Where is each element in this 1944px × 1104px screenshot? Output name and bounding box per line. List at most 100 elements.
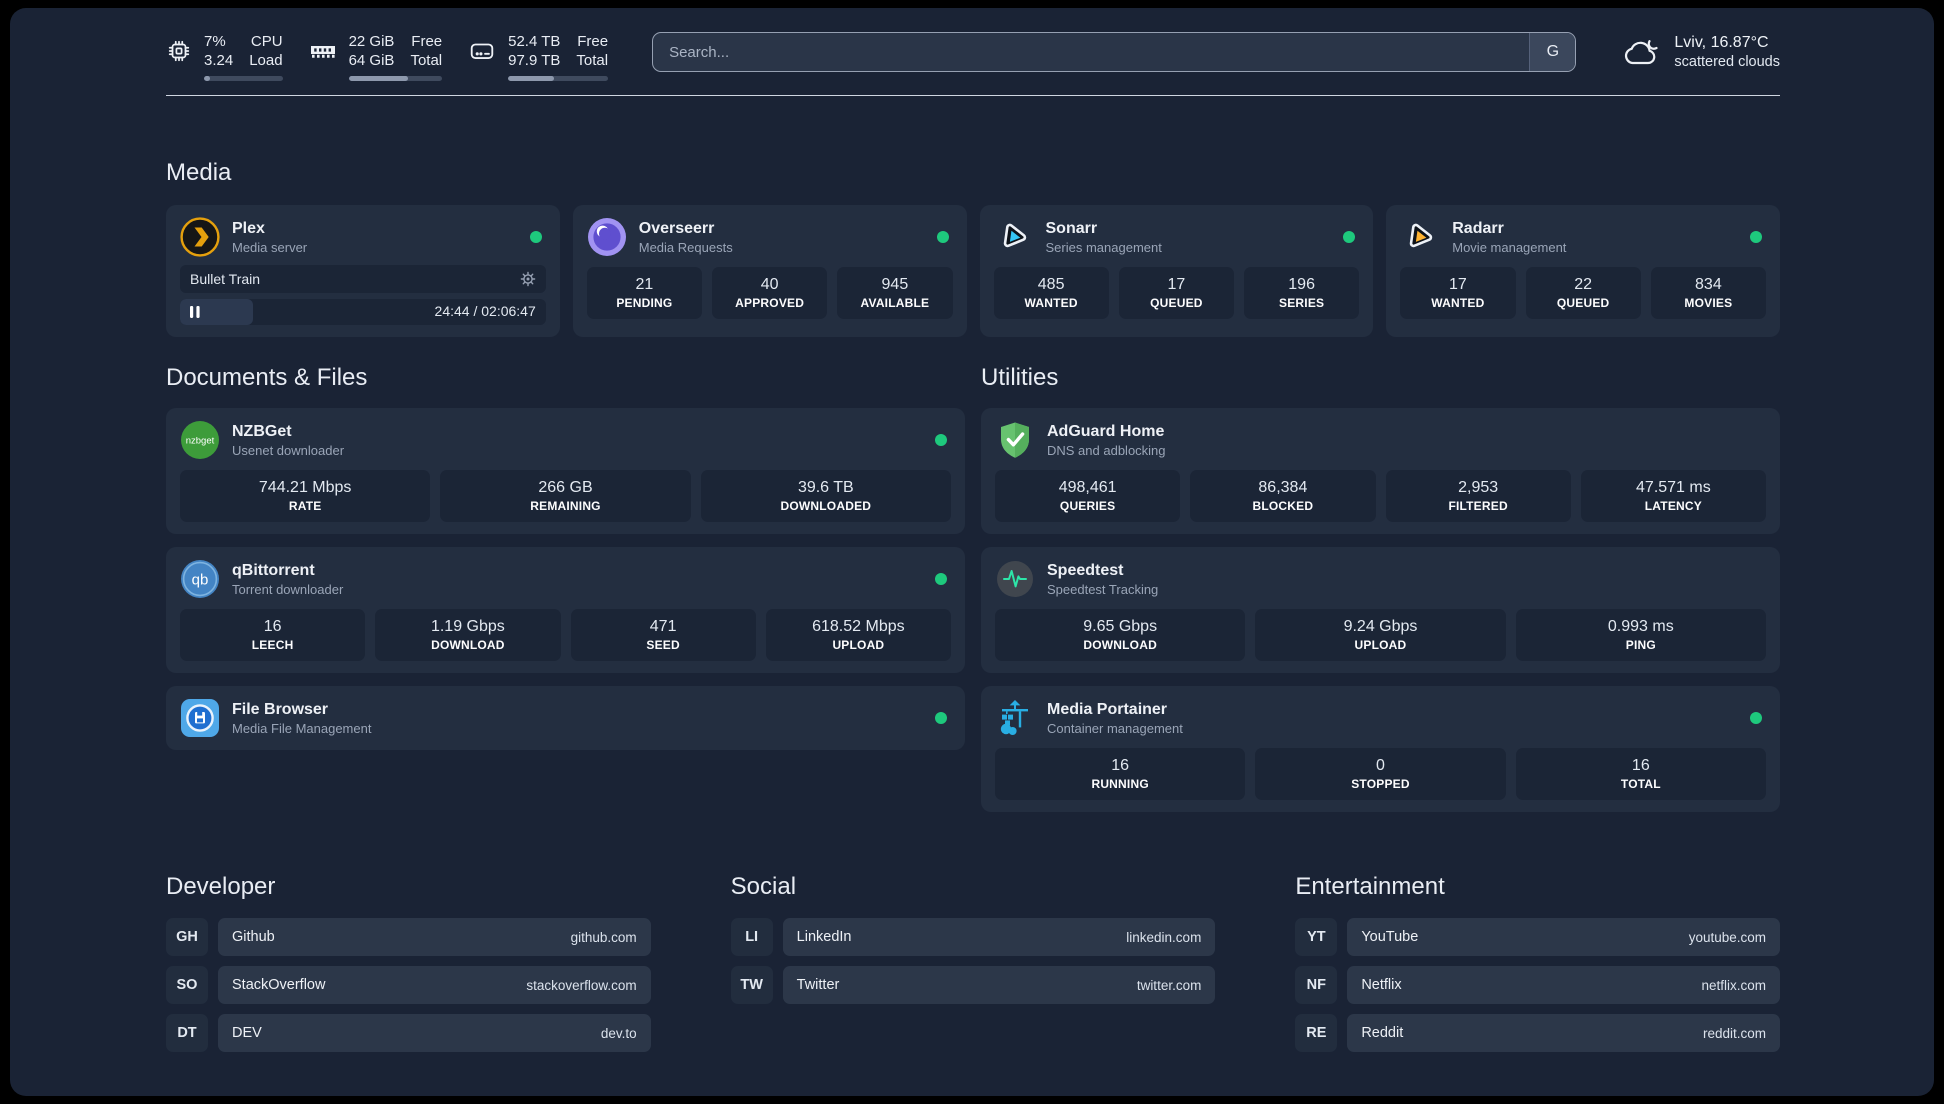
ram-icon [310, 46, 335, 58]
app-head-radarr[interactable]: Radarr Movie management [1400, 217, 1766, 257]
ram-total-value: 64 GiB [348, 52, 395, 69]
app-card-adguard[interactable]: AdGuard Home DNS and adblocking 498,461 … [981, 408, 1780, 534]
app-description: DNS and adblocking [1047, 442, 1166, 458]
pause-icon[interactable] [190, 306, 200, 318]
link-bar[interactable]: Reddit reddit.com [1347, 1014, 1780, 1052]
status-online-dot [529, 231, 542, 243]
app-description: Movie management [1452, 239, 1567, 255]
disk-icon [470, 43, 494, 59]
app-name: Plex [232, 219, 265, 237]
app-head-sonarr[interactable]: Sonarr Series management [994, 217, 1360, 257]
stat-upload: 9.24 Gbps UPLOAD [1255, 609, 1506, 661]
link-bar[interactable]: Twitter twitter.com [782, 966, 1216, 1004]
app-name: qBittorrent [232, 561, 315, 579]
stat-upload: 618.52 Mbps UPLOAD [765, 609, 951, 661]
app-head-filebrowser[interactable]: File Browser Media File Management [180, 698, 951, 738]
link-bar[interactable]: LinkedIn linkedin.com [782, 918, 1216, 956]
app-description: Speedtest Tracking [1047, 581, 1159, 597]
app-card-qbittorrent[interactable]: qb qBittorrent Torrent downloader 16 LEE… [166, 547, 965, 673]
app-head-portainer[interactable]: Media Portainer Container management [995, 698, 1766, 738]
stat-downloaded: 39.6 TB DOWNLOADED [700, 470, 951, 522]
middle-columns: Documents & Files Utilities nzbget NZBGe… [166, 363, 1780, 812]
app-head-adguard[interactable]: AdGuard Home DNS and adblocking [995, 420, 1766, 460]
app-head-overseerr[interactable]: Overseerr Media Requests [587, 217, 953, 257]
sonarr-icon [1003, 223, 1026, 248]
app-card-speedtest[interactable]: Speedtest Speedtest Tracking 9.65 Gbps D… [981, 547, 1780, 673]
app-head-nzbget[interactable]: nzbget NZBGet Usenet downloader [180, 420, 951, 460]
app-card-plex[interactable]: Plex Media server Bullet Train 24:44 / 0… [166, 205, 560, 337]
status-online-dot [1750, 712, 1762, 724]
link-bar[interactable]: DEV dev.to [218, 1014, 651, 1052]
link-bar[interactable]: Github github.com [218, 918, 651, 956]
stat-latency: 47.571 ms LATENCY [1580, 470, 1766, 522]
link-dev[interactable]: DT DEV dev.to [166, 1014, 651, 1052]
app-card-filebrowser[interactable]: File Browser Media File Management [166, 686, 965, 750]
stat-queued: 17 QUEUED [1118, 267, 1234, 319]
entertainment-section: Entertainment YT YouTube youtube.com NF … [1295, 872, 1780, 1052]
disk-total-value: 97.9 TB [508, 52, 561, 69]
weather-widget: Lviv, 16.87°C scattered clouds [1622, 30, 1780, 72]
dashboard: 7% CPU 3.24 Load 22 GiB Free 64 GiB Tota… [10, 8, 1934, 1096]
link-youtube[interactable]: YT YouTube youtube.com [1295, 918, 1780, 956]
link-abbr-badge: DT [166, 1014, 208, 1052]
app-description: Container management [1047, 720, 1183, 736]
svg-text:nzbget: nzbget [186, 435, 215, 446]
now-playing-row: Bullet Train [180, 265, 546, 293]
app-head-plex[interactable]: Plex Media server [180, 217, 546, 257]
stat-approved: 40 APPROVED [712, 267, 828, 319]
status-online-dot [935, 712, 947, 724]
stat-stopped: 0 STOPPED [1255, 748, 1506, 800]
link-bar[interactable]: YouTube youtube.com [1347, 918, 1780, 956]
app-name: NZBGet [232, 422, 292, 440]
app-description: Torrent downloader [232, 581, 344, 597]
disk-label-top: Free [577, 33, 609, 50]
link-sections: Developer GH Github github.com SO StackO… [166, 872, 1780, 1052]
link-github[interactable]: GH Github github.com [166, 918, 651, 956]
section-title-media: Media [166, 159, 232, 186]
cpu-usage-value: 7% [204, 33, 226, 50]
status-online-dot [936, 231, 949, 243]
app-head-qbittorrent[interactable]: qb qBittorrent Torrent downloader [180, 559, 951, 599]
ram-label-bottom: Total [410, 52, 443, 69]
app-description: Media server [232, 239, 308, 255]
link-bar[interactable]: StackOverflow stackoverflow.com [218, 966, 651, 1004]
app-name: Media Portainer [1047, 700, 1168, 718]
link-reddit[interactable]: RE Reddit reddit.com [1295, 1014, 1780, 1052]
link-bar[interactable]: Netflix netflix.com [1347, 966, 1780, 1004]
cpu-icon [168, 40, 190, 62]
cpu-label-bottom: Load [249, 52, 283, 69]
app-card-radarr[interactable]: Radarr Movie management 17 WANTED 22 QUE… [1386, 205, 1780, 337]
app-card-portainer[interactable]: Media Portainer Container management 16 … [981, 686, 1780, 812]
link-linkedin[interactable]: LI LinkedIn linkedin.com [730, 918, 1216, 956]
app-name: File Browser [232, 700, 329, 718]
link-netflix[interactable]: NF Netflix netflix.com [1295, 966, 1780, 1004]
app-description: Series management [1045, 239, 1162, 255]
disk-label-bottom: Total [576, 52, 609, 69]
app-card-overseerr[interactable]: Overseerr Media Requests 21 PENDING 40 A… [572, 205, 967, 337]
weather-location-temp: Lviv, 16.87°C [1674, 34, 1769, 51]
link-abbr-badge: RE [1295, 1014, 1338, 1052]
section-title-documents: Documents & Files [166, 364, 368, 391]
status-online-dot [1343, 231, 1356, 243]
stat-remaining: 266 GB REMAINING [440, 470, 691, 522]
search-engine-button[interactable]: G [1529, 33, 1576, 71]
system-stats: 7% CPU 3.24 Load 22 GiB Free 64 GiB Tota… [166, 30, 609, 81]
stat-ping: 0.993 ms PING [1515, 609, 1766, 661]
header-divider [166, 95, 1780, 96]
top-bar: 7% CPU 3.24 Load 22 GiB Free 64 GiB Tota… [166, 30, 1780, 81]
cpu-label-top: CPU [250, 33, 283, 50]
utilities-column: AdGuard Home DNS and adblocking 498,461 … [981, 408, 1780, 812]
disk-free-value: 52.4 TB [508, 33, 561, 50]
app-card-nzbget[interactable]: nzbget NZBGet Usenet downloader 744.21 M… [166, 408, 965, 534]
settings-icon[interactable] [520, 271, 536, 287]
speedtest-icon [997, 561, 1033, 597]
documents-column: nzbget NZBGet Usenet downloader 744.21 M… [166, 408, 965, 750]
link-twitter[interactable]: TW Twitter twitter.com [730, 966, 1216, 1004]
link-stackoverflow[interactable]: SO StackOverflow stackoverflow.com [166, 966, 651, 1004]
search-input[interactable] [652, 32, 1577, 72]
playback-progress-bar[interactable]: 24:44 / 02:06:47 [180, 299, 546, 325]
link-abbr-badge: GH [166, 918, 208, 956]
app-head-speedtest[interactable]: Speedtest Speedtest Tracking [995, 559, 1766, 599]
radarr-icon [1410, 223, 1433, 248]
app-card-sonarr[interactable]: Sonarr Series management 485 WANTED 17 Q… [979, 205, 1374, 337]
